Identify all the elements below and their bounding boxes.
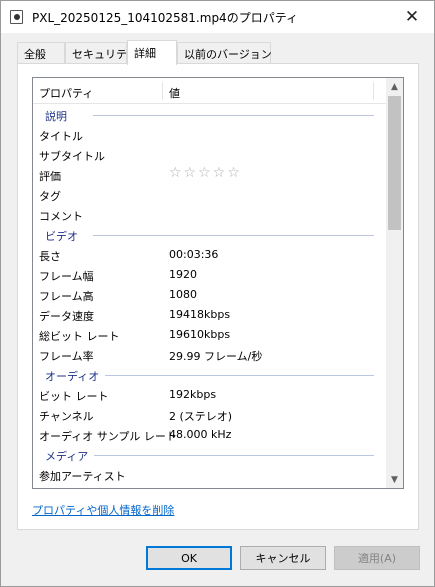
list-item[interactable]: ビット レート 192kbps [33, 385, 386, 405]
list-item[interactable]: タグ [33, 185, 386, 205]
group-title: 説明 [45, 108, 73, 124]
list-item[interactable]: チャンネル 2 (ステレオ) [33, 405, 386, 425]
property-label: フレーム率 [39, 350, 94, 363]
list-item[interactable]: フレーム幅 1920 [33, 265, 386, 285]
tab-previous-versions[interactable]: 以前のバージョン [177, 42, 272, 64]
list-item[interactable]: データ速度 19418kbps [33, 305, 386, 325]
tab-bar: 全般 セキュリティ 詳細 以前のバージョン [17, 40, 419, 65]
property-label: ビット レート [39, 390, 109, 403]
list-item[interactable]: フレーム率 29.99 フレーム/秒 [33, 345, 386, 365]
list-header: プロパティ 値 [33, 78, 386, 104]
property-label: フレーム幅 [39, 270, 94, 283]
title-bar: PXL_20250125_104102581.mp4のプロパティ ✕ [1, 1, 434, 33]
property-label: 長さ [39, 250, 61, 263]
property-value: 29.99 フレーム/秒 [169, 350, 263, 363]
window-title: PXL_20250125_104102581.mp4のプロパティ [32, 11, 298, 25]
tab-details[interactable]: 詳細 [127, 40, 177, 65]
tab-general[interactable]: 全般 [17, 42, 65, 64]
scroll-up-icon[interactable]: ▲ [386, 78, 403, 95]
list-item[interactable]: タイトル [33, 125, 386, 145]
property-label: チャンネル [39, 410, 94, 423]
property-label: フレーム高 [39, 290, 94, 303]
group-title: オーディオ [45, 368, 106, 384]
list-item[interactable]: 評価 ☆☆☆☆☆ [33, 165, 386, 185]
group-divider [93, 455, 374, 456]
property-label: タグ [39, 190, 61, 203]
vertical-scrollbar[interactable]: ▲ ▼ [386, 78, 403, 488]
group-divider [93, 375, 374, 376]
group-header-video[interactable]: ビデオ [33, 225, 386, 245]
property-value: 19610kbps [169, 328, 231, 341]
property-value: 48.000 kHz [169, 428, 232, 441]
property-label: データ速度 [39, 310, 94, 323]
list-item[interactable]: 参加アーティスト [33, 465, 386, 485]
scroll-thumb[interactable] [388, 96, 401, 230]
apply-button[interactable]: 適用(A) [334, 546, 420, 570]
group-header-description[interactable]: 説明 [33, 105, 386, 125]
property-label: 総ビット レート [39, 330, 120, 343]
scroll-down-icon[interactable]: ▼ [386, 471, 403, 488]
column-separator[interactable] [162, 82, 163, 100]
tab-security[interactable]: セキュリティ [65, 42, 137, 64]
column-separator[interactable] [373, 82, 374, 100]
ok-button[interactable]: OK [146, 546, 232, 570]
group-title: メディア [45, 448, 95, 464]
list-item[interactable]: 総ビット レート 19610kbps [33, 325, 386, 345]
property-label: 評価 [39, 170, 61, 183]
property-label: オーディオ サンプル レート [39, 430, 177, 443]
remove-properties-link[interactable]: プロパティや個人情報を削除 [32, 502, 174, 518]
cancel-button[interactable]: キャンセル [240, 546, 326, 570]
property-value: 1080 [169, 288, 197, 301]
rating-stars[interactable]: ☆☆☆☆☆ [169, 165, 242, 181]
property-label: サブタイトル [39, 150, 105, 163]
column-header-value[interactable]: 値 [169, 78, 180, 104]
list-item[interactable]: コメント [33, 205, 386, 225]
list-item[interactable]: フレーム高 1080 [33, 285, 386, 305]
details-panel: プロパティ 値 説明 タイトル サブタイトル 評価 ☆☆☆☆☆ タグ コメント … [17, 63, 419, 530]
list-item[interactable]: サブタイトル [33, 145, 386, 165]
column-header-property[interactable]: プロパティ [39, 78, 93, 104]
list-item[interactable]: 長さ 00:03:36 [33, 245, 386, 265]
list-item[interactable]: オーディオ サンプル レート 48.000 kHz [33, 425, 386, 445]
group-header-media[interactable]: メディア [33, 445, 386, 465]
property-value: 19418kbps [169, 308, 231, 321]
close-icon[interactable]: ✕ [400, 5, 424, 29]
list-rows: 説明 タイトル サブタイトル 評価 ☆☆☆☆☆ タグ コメント ビデオ 長さ 0… [33, 105, 386, 485]
property-label: 参加アーティスト [39, 470, 126, 483]
group-divider [93, 235, 374, 236]
property-value: 192kbps [169, 388, 217, 401]
property-value: 2 (ステレオ) [169, 410, 233, 423]
property-label: タイトル [39, 130, 83, 143]
property-value: 1920 [169, 268, 197, 281]
properties-dialog: PXL_20250125_104102581.mp4のプロパティ ✕ 全般 セキ… [0, 0, 435, 587]
file-icon [10, 10, 23, 24]
group-divider [93, 115, 374, 116]
group-header-audio[interactable]: オーディオ [33, 365, 386, 385]
properties-list[interactable]: プロパティ 値 説明 タイトル サブタイトル 評価 ☆☆☆☆☆ タグ コメント … [32, 77, 404, 489]
property-value: 00:03:36 [169, 248, 219, 261]
group-title: ビデオ [45, 228, 84, 244]
property-label: コメント [39, 210, 83, 223]
